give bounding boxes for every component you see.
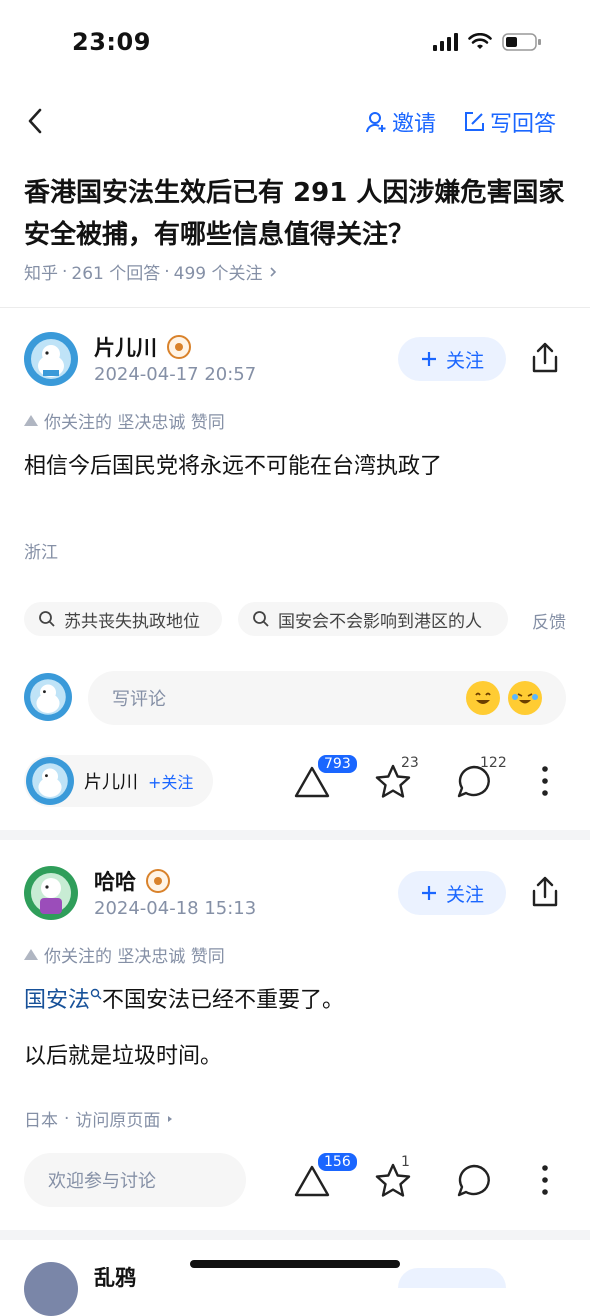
avatar[interactable]: [24, 332, 78, 386]
follow-link[interactable]: +关注: [148, 769, 193, 793]
answer-content[interactable]: 相信今后国民党将永远不可能在台湾执政了: [24, 450, 564, 484]
share-icon[interactable]: [528, 875, 562, 909]
approval-note: 你关注的 坚决忠诚 赞同: [24, 408, 225, 433]
status-icons: [433, 32, 542, 52]
followers-count: 499 个关注: [173, 264, 263, 284]
answer-content[interactable]: 国安法 不国安法已经不重要了。: [24, 984, 564, 1018]
answers-count: 261 个回答: [71, 264, 161, 284]
edit-icon: [464, 112, 484, 131]
laugh-emoji-icon[interactable]: [466, 681, 500, 715]
ip-location: 日本: [24, 1111, 58, 1131]
keyword-link[interactable]: 国安法: [24, 988, 90, 1013]
favorite-count: 1: [401, 1154, 410, 1170]
visit-original-link[interactable]: 访问原页面: [75, 1106, 160, 1131]
search-small-icon: [90, 988, 102, 1000]
my-avatar: [24, 673, 72, 721]
avatar: [26, 757, 74, 805]
write-answer-label: 写回答: [489, 112, 556, 137]
feedback-link[interactable]: 反馈: [532, 608, 566, 633]
user-plus-icon: [365, 112, 386, 133]
answer-time: 2024-04-18 15:13: [94, 898, 257, 919]
divider: [0, 307, 590, 308]
share-icon[interactable]: [528, 341, 562, 375]
more-icon[interactable]: [538, 764, 552, 798]
answer-author[interactable]: 片儿川: [94, 332, 191, 362]
discussion-input[interactable]: 欢迎参与讨论: [24, 1153, 246, 1207]
wifi-icon: [468, 33, 492, 49]
comment-count: 122: [480, 755, 507, 771]
follow-button[interactable]: [398, 1268, 506, 1288]
search-icon: [39, 611, 55, 627]
avatar-image: [24, 332, 78, 386]
question-source: 知乎: [24, 264, 58, 284]
write-answer-button[interactable]: 写回答: [462, 106, 556, 138]
plus-icon: [421, 352, 436, 366]
section-separator: [0, 830, 590, 840]
avatar[interactable]: [24, 1262, 78, 1316]
upvote-count: 793: [316, 753, 359, 775]
eye-badge-icon: [146, 869, 170, 893]
avatar-image: [24, 866, 78, 920]
cry-laugh-emoji-icon[interactable]: [508, 681, 542, 715]
related-search-chip[interactable]: 苏共丧失执政地位: [24, 602, 222, 636]
more-icon[interactable]: [538, 1163, 552, 1197]
invite-button[interactable]: 邀请: [364, 106, 436, 138]
question-title[interactable]: 香港国安法生效后已有 291 人因涉嫌危害国家安全被捕，有哪些信息值得关注？: [24, 172, 569, 256]
status-time: 23:09: [72, 28, 151, 56]
follow-button[interactable]: 关注: [398, 337, 506, 381]
author-follow-pill[interactable]: 片儿川 +关注: [24, 755, 214, 807]
chevron-right-icon: [269, 266, 276, 277]
answer-author[interactable]: 乱鸦: [94, 1262, 136, 1292]
avatar-image: [24, 673, 72, 721]
ip-location: 浙江: [24, 543, 58, 563]
eye-badge-icon: [167, 335, 191, 359]
caret-right-icon: [168, 1115, 173, 1122]
answer-content-line[interactable]: 以后就是垃圾时间。: [24, 1040, 564, 1074]
avatar-image: [24, 1262, 78, 1316]
answer-time: 2024-04-17 20:57: [94, 364, 257, 385]
avatar[interactable]: [24, 866, 78, 920]
comment-icon[interactable]: [454, 1161, 494, 1201]
approval-note: 你关注的 坚决忠诚 赞同: [24, 942, 225, 967]
home-indicator: [190, 1260, 400, 1268]
back-icon[interactable]: [20, 104, 54, 138]
signal-icon: [433, 33, 458, 51]
avatar-image: [26, 757, 74, 805]
follow-button[interactable]: 关注: [398, 871, 506, 915]
upvote-count: 156: [316, 1151, 359, 1173]
section-separator: [0, 1230, 590, 1240]
plus-icon: [421, 886, 436, 900]
upvote-small-icon: [24, 415, 38, 426]
battery-icon: [502, 33, 541, 51]
search-icon: [253, 611, 269, 627]
upvote-small-icon: [24, 949, 38, 960]
invite-label: 邀请: [391, 112, 436, 137]
favorite-count: 23: [401, 755, 419, 771]
related-search-chip[interactable]: 国安会不会影响到港区的人: [238, 602, 508, 636]
question-meta[interactable]: 知乎 · 261 个回答 · 499 个关注: [24, 259, 279, 284]
answer-footer: 日本 · 访问原页面: [24, 1106, 174, 1131]
answer-author[interactable]: 哈哈: [94, 866, 170, 896]
